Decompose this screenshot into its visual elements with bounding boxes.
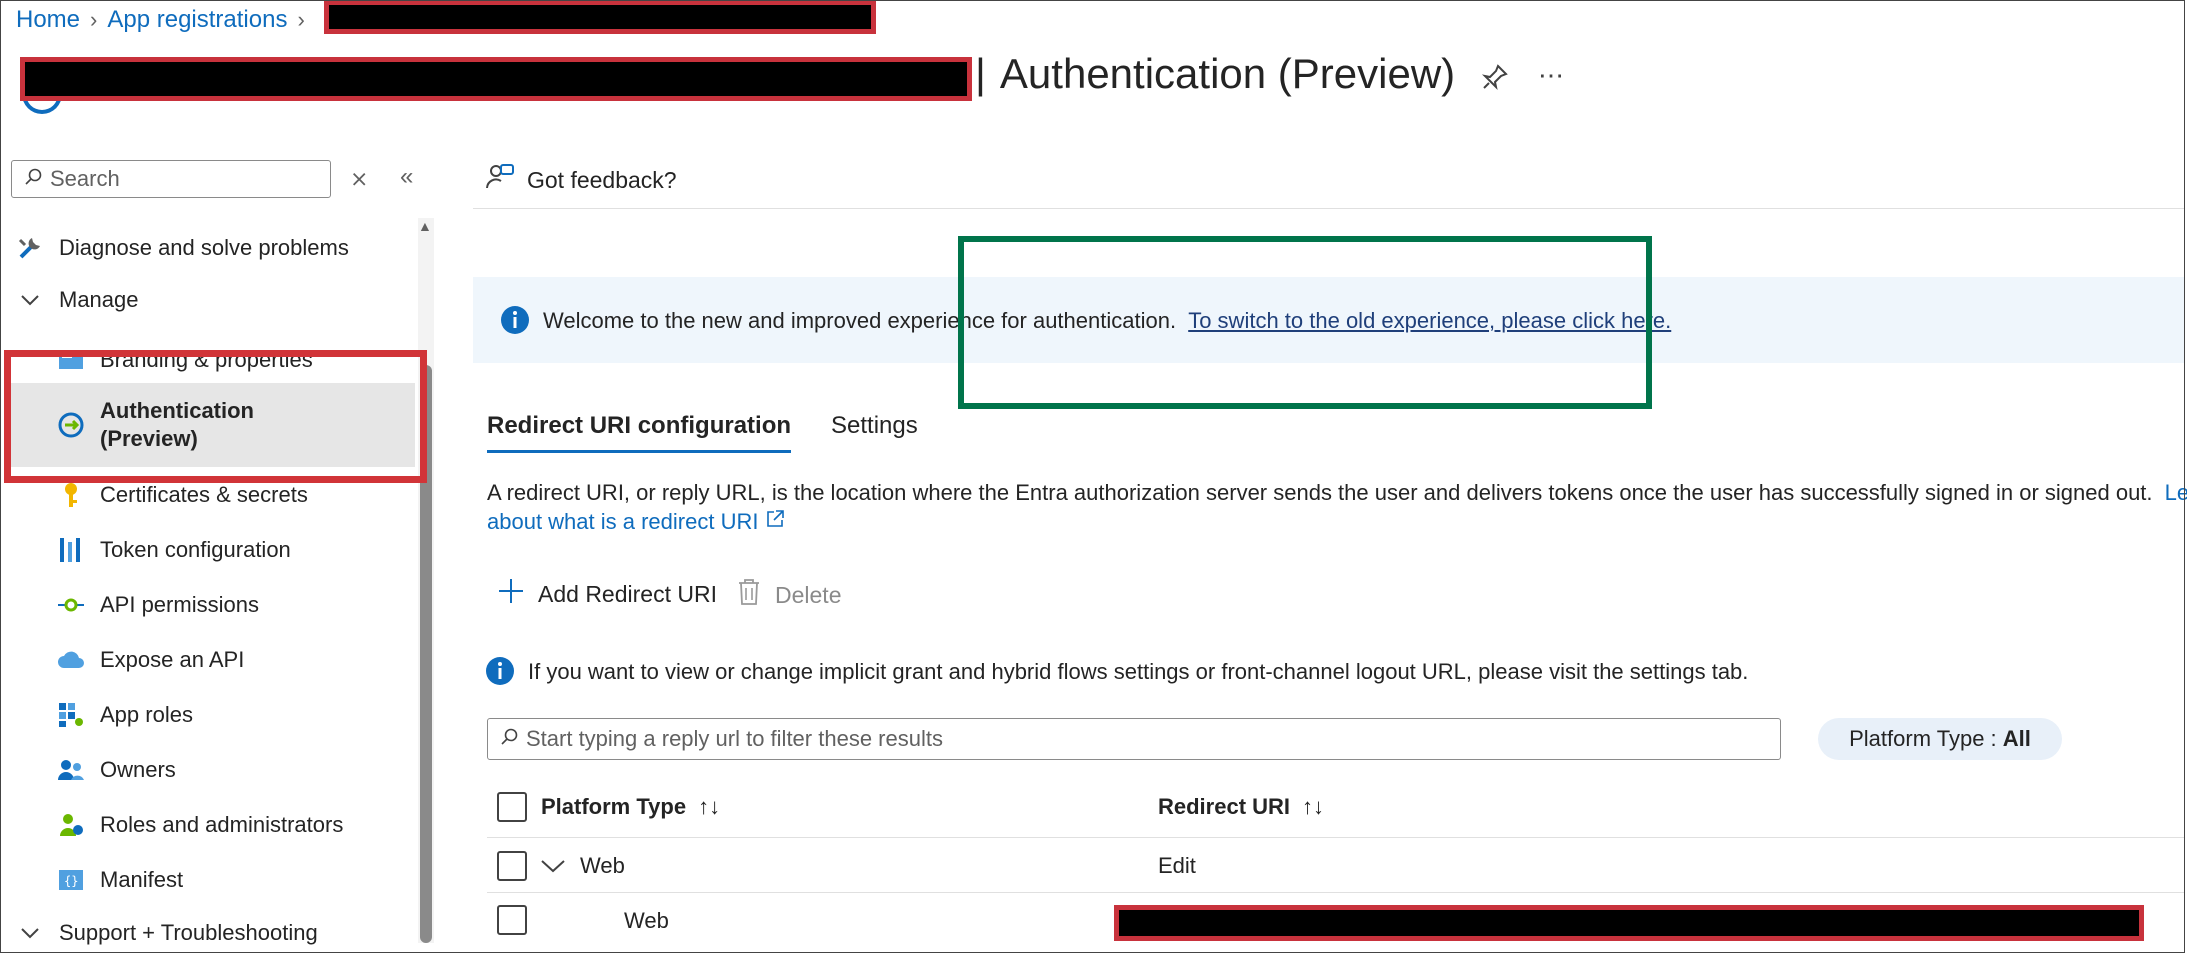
sidebar-item-label: Certificates & secrets (100, 482, 308, 507)
cloud-icon (56, 645, 86, 675)
column-header-redirect-uri[interactable]: Redirect URI ↑↓ (1158, 794, 1324, 820)
tab-bar: Redirect URI configuration Settings (487, 412, 918, 453)
column-header-label: Platform Type (541, 794, 687, 819)
tab-settings[interactable]: Settings (831, 412, 918, 453)
table-row[interactable]: Web (540, 853, 625, 879)
sidebar-item-label: API permissions (100, 592, 259, 617)
sidebar-item-label: Owners (100, 757, 176, 782)
row-checkbox[interactable] (497, 905, 527, 935)
clear-filter-icon[interactable]: ⨯ (350, 166, 368, 192)
highlight-banner-box (958, 236, 1652, 409)
platform-pill-label: Platform Type : (1849, 726, 2003, 751)
toolbar-divider (473, 208, 2185, 209)
external-link-icon[interactable] (765, 509, 785, 534)
platform-type-cell: Web (624, 908, 669, 933)
chevron-down-icon (15, 918, 45, 948)
sidebar-item-label: Manifest (100, 867, 184, 892)
breadcrumb-home-link[interactable]: Home (16, 6, 80, 34)
redacted-breadcrumb-app-name (324, 0, 876, 34)
table-header-divider (487, 837, 2185, 838)
roles-icon (56, 810, 86, 840)
info-icon (500, 305, 530, 340)
sidebar-item-certificates[interactable]: Certificates & secrets (56, 480, 308, 510)
trash-icon (737, 578, 761, 612)
platform-type-filter-pill[interactable]: Platform Type : All (1818, 718, 2062, 760)
column-header-label: Redirect URI (1158, 794, 1291, 819)
sidebar-item-token-configuration[interactable]: Token configuration (56, 535, 291, 565)
breadcrumb: Home › App registrations › (16, 6, 305, 34)
tab-redirect-uri-configuration[interactable]: Redirect URI configuration (487, 412, 792, 453)
platform-pill-value: All (2002, 726, 2031, 751)
search-placeholder: Search (50, 166, 120, 191)
feedback-icon (485, 162, 515, 198)
redacted-app-name (20, 57, 972, 101)
add-redirect-uri-label: Add Redirect URI (538, 580, 717, 607)
svg-text:{}: {} (64, 874, 78, 888)
nav-search-input[interactable]: Search (11, 160, 331, 198)
chevron-down-icon[interactable] (540, 853, 566, 879)
collapse-nav-icon[interactable]: « (400, 163, 413, 191)
filter-placeholder: Start typing a reply url to filter these… (526, 726, 943, 751)
sidebar-item-label: Diagnose and solve problems (59, 235, 349, 260)
sidebar-item-expose-api[interactable]: Expose an API (56, 645, 244, 675)
delete-button[interactable]: Delete (737, 578, 841, 612)
sidebar-item-label: Roles and administrators (100, 812, 344, 837)
plus-icon (498, 578, 524, 610)
description-text: A redirect URI, or reply URL, is the loc… (487, 480, 2153, 505)
sidebar-item-manifest[interactable]: {} Manifest (56, 865, 183, 895)
feedback-label: Got feedback? (527, 166, 677, 193)
page-title-text: Authentication (Preview) (999, 50, 1456, 97)
add-redirect-uri-button[interactable]: Add Redirect URI (498, 578, 717, 610)
sidebar-group-support[interactable]: Support + Troubleshooting (15, 918, 318, 948)
more-icon[interactable]: ⋯ (1538, 60, 1564, 91)
select-all-checkbox[interactable] (497, 792, 527, 822)
sidebar-group-manage[interactable]: Manage (15, 285, 139, 315)
column-header-platform-type[interactable]: Platform Type ↑↓ (541, 794, 720, 820)
sidebar-item-label: App roles (100, 702, 193, 727)
search-icon (500, 726, 518, 752)
redacted-redirect-uri (1114, 905, 2144, 941)
learn-more-link-start[interactable]: Le (2165, 480, 2187, 505)
search-icon (24, 166, 42, 192)
owners-icon (56, 755, 86, 785)
sidebar-item-label: Expose an API (100, 647, 245, 672)
pin-icon[interactable] (1480, 62, 1510, 97)
row-checkbox[interactable] (497, 851, 527, 881)
delete-label: Delete (775, 581, 842, 608)
sidebar-item-label: Support + Troubleshooting (59, 920, 318, 945)
manifest-icon: {} (56, 865, 86, 895)
highlight-authentication-box (4, 350, 427, 483)
chevron-down-icon (15, 285, 45, 315)
info-icon (485, 656, 515, 691)
redirect-uri-description: A redirect URI, or reply URL, is the loc… (487, 478, 2187, 536)
sidebar-item-owners[interactable]: Owners (56, 755, 176, 785)
app-roles-icon (56, 700, 86, 730)
implicit-grant-info-text: If you want to view or change implicit g… (528, 659, 1749, 684)
edit-link[interactable]: Edit (1158, 853, 1196, 879)
sidebar-item-api-permissions[interactable]: API permissions (56, 590, 259, 620)
sort-icon[interactable]: ↑↓ (698, 794, 720, 820)
sidebar-item-label: Token configuration (100, 537, 291, 562)
title-separator: | (975, 50, 986, 97)
breadcrumb-app-registrations-link[interactable]: App registrations (107, 6, 287, 34)
api-permissions-icon (56, 590, 86, 620)
learn-more-link[interactable]: about what is a redirect URI (487, 509, 758, 534)
row-divider (487, 892, 2185, 893)
sidebar-item-label: Manage (59, 287, 139, 312)
key-icon (56, 480, 86, 510)
scroll-up-arrow-icon[interactable]: ▲ (418, 218, 432, 234)
chevron-right-icon: › (297, 7, 305, 32)
sidebar-item-app-roles[interactable]: App roles (56, 700, 193, 730)
sidebar-item-diagnose[interactable]: Diagnose and solve problems (15, 233, 349, 263)
reply-url-filter-input[interactable]: Start typing a reply url to filter these… (487, 718, 1781, 760)
sort-icon[interactable]: ↑↓ (1302, 794, 1324, 820)
platform-type-cell: Web (580, 853, 625, 878)
wrench-icon (15, 233, 45, 263)
sidebar-item-roles-administrators[interactable]: Roles and administrators (56, 810, 343, 840)
page-title: | Authentication (Preview) (975, 50, 1455, 98)
token-icon (56, 535, 86, 565)
chevron-right-icon: › (90, 7, 98, 32)
feedback-button[interactable]: Got feedback? (485, 162, 677, 198)
